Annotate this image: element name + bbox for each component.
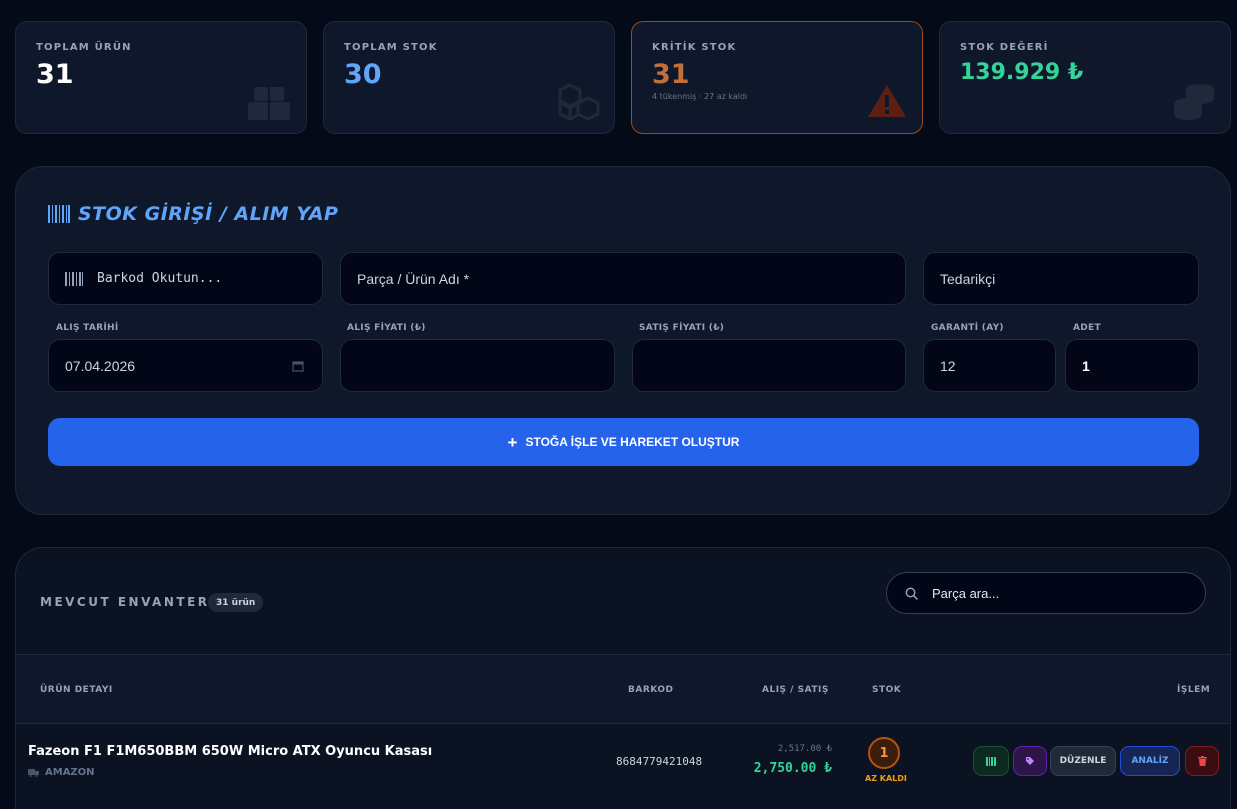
entry-title-text: STOK GİRİŞİ / ALIM YAP bbox=[78, 203, 339, 225]
coins-icon bbox=[1174, 84, 1214, 120]
stat-label: KRİTİK STOK bbox=[652, 42, 737, 53]
barcode-icon bbox=[48, 205, 70, 223]
product-name-input[interactable] bbox=[357, 270, 905, 287]
inventory-count-badge: 31 ürün bbox=[208, 593, 264, 612]
edit-button[interactable]: DÜZENLE bbox=[1050, 746, 1116, 776]
tag-button[interactable] bbox=[1013, 746, 1047, 776]
quantity-field[interactable]: 1 bbox=[1065, 339, 1199, 392]
date-value[interactable]: 07.04.2026 bbox=[65, 358, 135, 374]
stock-count-badge: 1 bbox=[868, 737, 900, 769]
stat-label: TOPLAM ÜRÜN bbox=[36, 42, 132, 53]
buy-price-field[interactable] bbox=[340, 339, 615, 392]
stock-entry-panel: STOK GİRİŞİ / ALIM YAP ALIŞ TARİHİ ALIŞ … bbox=[15, 166, 1231, 515]
truck-icon bbox=[28, 768, 39, 777]
product-barcode: 8684779421048 bbox=[616, 755, 703, 768]
col-barcode: BARKOD bbox=[628, 685, 674, 695]
inventory-search[interactable] bbox=[886, 572, 1206, 614]
warranty-label: GARANTİ (AY) bbox=[931, 323, 1004, 333]
buy-price-label: ALIŞ FİYATI (₺) bbox=[347, 323, 426, 333]
stat-card-total-stock: TOPLAM STOK 30 bbox=[323, 21, 615, 134]
product-sell-price: 2,750.00 ₺ bbox=[753, 761, 832, 776]
stock-count: 1 bbox=[879, 745, 889, 761]
edit-label: DÜZENLE bbox=[1059, 756, 1107, 766]
table-header: ÜRÜN DETAYI BARKOD ALIŞ / SATIŞ STOK İŞL… bbox=[16, 654, 1230, 724]
quantity-label: ADET bbox=[1073, 323, 1101, 333]
cubes-icon bbox=[558, 83, 600, 121]
supplier-input[interactable] bbox=[940, 270, 1198, 287]
stock-status: AZ KALDI bbox=[865, 774, 907, 783]
supplier-name: AMAZON bbox=[45, 767, 95, 778]
stat-label: STOK DEĞERİ bbox=[960, 42, 1049, 53]
buy-price-input[interactable] bbox=[357, 357, 614, 374]
plus-icon: + bbox=[507, 432, 518, 452]
col-action: İŞLEM bbox=[1177, 685, 1211, 695]
sell-price-label: SATIŞ FİYATI (₺) bbox=[639, 323, 725, 333]
sell-price-field[interactable] bbox=[632, 339, 906, 392]
col-price: ALIŞ / SATIŞ bbox=[762, 685, 829, 695]
inventory-title: MEVCUT ENVANTER bbox=[40, 595, 210, 609]
trash-icon bbox=[1197, 756, 1207, 766]
col-stock: STOK bbox=[872, 685, 902, 695]
product-name: Fazeon F1 F1M650BBM 650W Micro ATX Oyunc… bbox=[28, 744, 433, 759]
date-field[interactable]: 07.04.2026 bbox=[48, 339, 323, 392]
stat-card-total-products: TOPLAM ÜRÜN 31 bbox=[15, 21, 307, 134]
date-label: ALIŞ TARİHİ bbox=[56, 323, 119, 333]
search-input[interactable] bbox=[932, 585, 1172, 601]
supplier-field[interactable] bbox=[923, 252, 1199, 305]
barcode-icon bbox=[986, 756, 996, 766]
submit-stock-button[interactable]: + STOĞA İŞLE VE HAREKET OLUŞTUR bbox=[48, 418, 1199, 466]
barcode-icon bbox=[65, 271, 83, 286]
product-supplier: AMAZON bbox=[28, 767, 95, 778]
entry-title: STOK GİRİŞİ / ALIM YAP bbox=[48, 203, 338, 225]
sell-price-input[interactable] bbox=[649, 357, 905, 374]
table-row[interactable]: Fazeon F1 F1M650BBM 650W Micro ATX Oyunc… bbox=[16, 724, 1230, 800]
quantity-value[interactable]: 1 bbox=[1082, 358, 1090, 374]
search-icon bbox=[905, 587, 918, 600]
stat-label: TOPLAM STOK bbox=[344, 42, 438, 53]
barcode-field[interactable] bbox=[48, 252, 323, 305]
barcode-input[interactable] bbox=[97, 271, 322, 286]
product-name-field[interactable] bbox=[340, 252, 906, 305]
inventory-panel: MEVCUT ENVANTER 31 ürün ÜRÜN DETAYI BARK… bbox=[15, 547, 1231, 809]
stat-card-critical-stock: KRİTİK STOK 31 4 tükenmiş · 27 az kaldı bbox=[631, 21, 923, 134]
warranty-field[interactable]: 12 bbox=[923, 339, 1056, 392]
stat-card-stock-value: STOK DEĞERİ 139.929 ₺ bbox=[939, 21, 1231, 134]
tag-icon bbox=[1026, 757, 1034, 765]
warning-icon bbox=[868, 85, 906, 117]
col-detail: ÜRÜN DETAYI bbox=[40, 685, 113, 695]
barcode-button[interactable] bbox=[973, 746, 1009, 776]
calendar-icon[interactable] bbox=[292, 360, 304, 372]
boxes-icon bbox=[248, 87, 290, 120]
warranty-value[interactable]: 12 bbox=[940, 358, 956, 374]
product-buy-price: 2,517.00 ₺ bbox=[777, 744, 832, 754]
analyze-label: ANALİZ bbox=[1131, 756, 1169, 766]
submit-label: STOĞA İŞLE VE HAREKET OLUŞTUR bbox=[525, 435, 740, 449]
delete-button[interactable] bbox=[1185, 746, 1219, 776]
stats-row: TOPLAM ÜRÜN 31 TOPLAM STOK 30 KRİTİK STO… bbox=[15, 21, 1231, 134]
analyze-button[interactable]: ANALİZ bbox=[1120, 746, 1180, 776]
